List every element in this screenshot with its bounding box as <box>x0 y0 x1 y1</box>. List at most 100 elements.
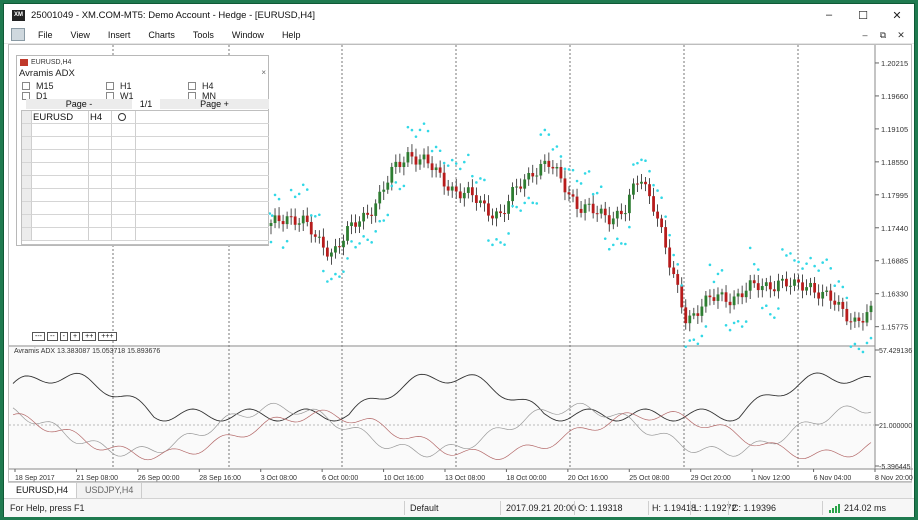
grid-cell[interactable] <box>32 163 89 176</box>
panel-close-icon[interactable]: × <box>261 68 266 77</box>
price-tick-label: 1.17995 <box>881 191 908 200</box>
time-tick-label: 26 Sep 00:00 <box>138 475 180 482</box>
candle-body <box>297 223 301 225</box>
grid-cell[interactable] <box>89 150 112 163</box>
scroll-left-button[interactable]: - <box>59 332 69 341</box>
menu-view[interactable]: View <box>62 30 99 40</box>
scroll-right-max-button[interactable]: +++ <box>98 332 117 341</box>
checkbox-icon[interactable] <box>188 82 196 90</box>
sar-dot <box>289 188 293 192</box>
grid-cell[interactable] <box>32 124 89 137</box>
grid-cell[interactable] <box>112 163 136 176</box>
grid-cell[interactable] <box>112 124 136 137</box>
sar-dot <box>446 164 450 167</box>
menu-insert[interactable]: Insert <box>99 30 140 40</box>
grid-cell[interactable] <box>89 202 112 215</box>
child-restore-button[interactable]: ⧉ <box>874 30 892 41</box>
grid-cell[interactable] <box>32 202 89 215</box>
close-button[interactable]: ✕ <box>880 4 914 26</box>
grid-cell[interactable] <box>136 202 269 215</box>
grid-cell[interactable] <box>89 163 112 176</box>
grid-cell[interactable] <box>112 137 136 150</box>
candle-body <box>857 317 861 321</box>
grid-cell[interactable] <box>136 215 269 228</box>
grid-cell[interactable] <box>136 176 269 189</box>
grid-cell[interactable] <box>136 163 269 176</box>
grid-cell[interactable] <box>112 215 136 228</box>
sar-dot <box>587 170 591 173</box>
grid-cell[interactable] <box>32 176 89 189</box>
grid-cell[interactable] <box>136 137 269 150</box>
grid-cell[interactable] <box>32 215 89 228</box>
chart-window[interactable]: TD1.202151.196601.191051.185501.179951.1… <box>8 44 913 482</box>
candle-body <box>378 191 382 204</box>
page-next-button[interactable]: Page + <box>160 99 269 109</box>
checkbox-icon[interactable] <box>106 82 114 90</box>
menu-help[interactable]: Help <box>273 30 310 40</box>
menu-file[interactable]: File <box>29 30 62 40</box>
connection-signal-icon[interactable] <box>829 504 840 513</box>
grid-cell[interactable] <box>112 189 136 202</box>
grid-cell[interactable] <box>136 228 269 241</box>
scroll-right-button[interactable]: + <box>70 332 81 341</box>
grid-cell[interactable] <box>32 189 89 202</box>
sar-dot <box>297 192 301 196</box>
grid-cell[interactable] <box>136 189 269 202</box>
menu-tools[interactable]: Tools <box>184 30 223 40</box>
row-header <box>22 163 32 176</box>
grid-cell[interactable] <box>112 176 136 189</box>
tab-eurusd-h4[interactable]: EURUSD,H4 <box>8 483 78 498</box>
grid-cell[interactable] <box>89 124 112 137</box>
sar-dot <box>676 263 680 266</box>
maximize-button[interactable]: ☐ <box>846 4 880 26</box>
menu-charts[interactable]: Charts <box>139 30 184 40</box>
grid-cell[interactable] <box>136 150 269 163</box>
sar-dot <box>668 233 671 237</box>
child-close-button[interactable]: ✕ <box>892 30 910 41</box>
candle-body <box>652 196 655 212</box>
child-minimize-button[interactable]: – <box>856 30 874 40</box>
time-tick-label: 6 Nov 04:00 <box>814 475 852 482</box>
minimize-button[interactable]: – <box>812 4 846 26</box>
grid-cell[interactable] <box>32 228 89 241</box>
sar-dot <box>845 296 849 300</box>
status-low: L: 1.19272 <box>694 503 737 513</box>
grid-radio-cell[interactable] <box>112 111 136 124</box>
chart-document-icon[interactable] <box>11 28 25 41</box>
candle-body <box>454 186 458 192</box>
grid-symbol-cell[interactable]: EURUSD <box>32 111 89 124</box>
grid-cell[interactable] <box>136 124 269 137</box>
tab-usdjpy-h4[interactable]: USDJPY,H4 <box>77 483 143 498</box>
scroll-left-max-button[interactable]: --- <box>32 332 45 341</box>
grid-cell[interactable] <box>112 150 136 163</box>
scroll-right-more-button[interactable]: ++ <box>82 332 97 341</box>
candle-body <box>720 292 724 295</box>
grid-cell[interactable] <box>89 215 112 228</box>
tf-m15-checkbox[interactable]: M15 <box>22 81 54 91</box>
grid-cell[interactable] <box>112 202 136 215</box>
radio-icon[interactable] <box>118 113 126 121</box>
menu-window[interactable]: Window <box>223 30 273 40</box>
grid-cell[interactable] <box>89 176 112 189</box>
sar-dot <box>769 312 772 316</box>
grid-cell[interactable] <box>32 137 89 150</box>
grid-cell[interactable] <box>112 228 136 241</box>
tf-h1-checkbox[interactable]: H1 <box>106 81 132 91</box>
candle-body <box>789 285 792 287</box>
grid-cell[interactable] <box>32 150 89 163</box>
grid-cell[interactable] <box>89 228 112 241</box>
grid-timeframe-cell[interactable]: H4 <box>89 111 112 124</box>
candle-body <box>543 160 547 165</box>
tf-h4-checkbox[interactable]: H4 <box>188 81 214 91</box>
status-divider <box>574 501 575 515</box>
grid-cell[interactable] <box>89 137 112 150</box>
candle-body <box>426 154 430 164</box>
sar-dot <box>555 145 559 148</box>
checkbox-icon[interactable] <box>22 82 30 90</box>
status-profile[interactable]: Default <box>410 503 439 513</box>
sar-dot <box>410 128 414 132</box>
grid-cell[interactable] <box>89 189 112 202</box>
page-prev-button[interactable]: Page - <box>26 99 132 109</box>
grid-value-cell <box>136 111 269 124</box>
scroll-left-more-button[interactable]: -- <box>47 332 58 341</box>
